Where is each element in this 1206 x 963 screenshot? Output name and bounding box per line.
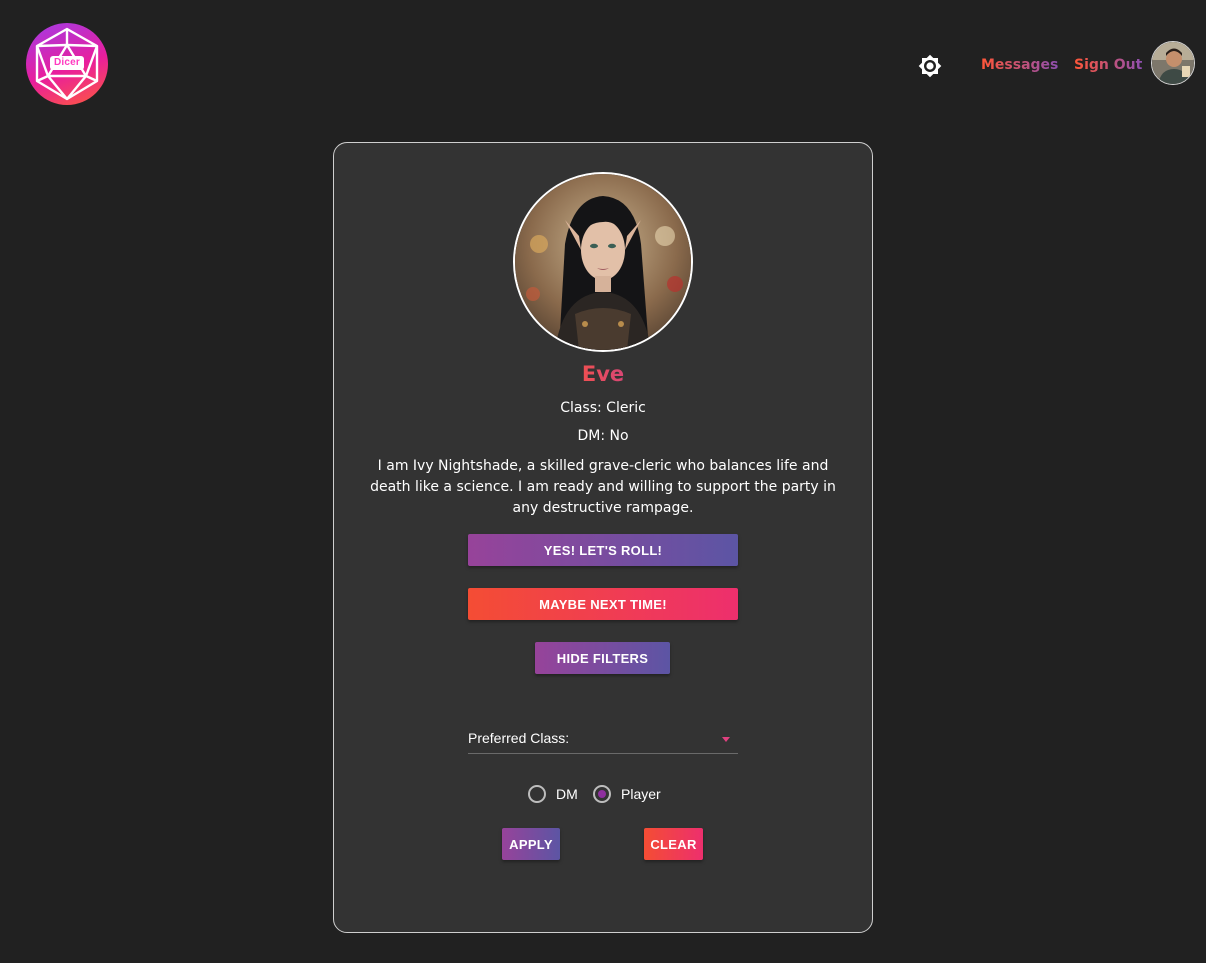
radio-dm-label: DM (556, 786, 578, 802)
radio-dm[interactable] (528, 785, 546, 803)
user-avatar[interactable] (1151, 41, 1195, 85)
lets-roll-button[interactable]: YES! LET'S ROLL! (468, 534, 738, 566)
hide-filters-button[interactable]: HIDE FILTERS (535, 642, 670, 674)
profile-bio: I am Ivy Nightshade, a skilled grave-cle… (370, 458, 836, 516)
nav-messages-link[interactable]: Messages (981, 57, 1058, 73)
profile-dm-status: DM: No (577, 428, 629, 444)
app-page: Dicer Messages Sign Out Eve Class: Cleri… (0, 0, 1206, 963)
maybe-next-time-button[interactable]: MAYBE NEXT TIME! (468, 588, 738, 620)
preferred-class-label: Preferred Class: (468, 730, 570, 746)
radio-player[interactable] (593, 785, 611, 803)
clear-button[interactable]: CLEAR (644, 828, 703, 860)
preferred-class-select[interactable]: Preferred Class: (468, 723, 738, 754)
dicer-logo[interactable]: Dicer (26, 23, 108, 105)
radio-player-label: Player (621, 786, 661, 802)
apply-button[interactable]: APPLY (502, 828, 560, 860)
profile-name: Eve (334, 362, 872, 386)
brightness-icon[interactable] (918, 54, 942, 78)
profile-class: Class: Cleric (560, 400, 646, 416)
dropdown-arrow-icon (722, 737, 730, 742)
profile-photo (513, 172, 693, 352)
profile-card: Eve Class: Cleric DM: No I am Ivy Nights… (333, 142, 873, 933)
logo-text: Dicer (53, 57, 80, 68)
nav-signout-link[interactable]: Sign Out (1074, 57, 1142, 73)
